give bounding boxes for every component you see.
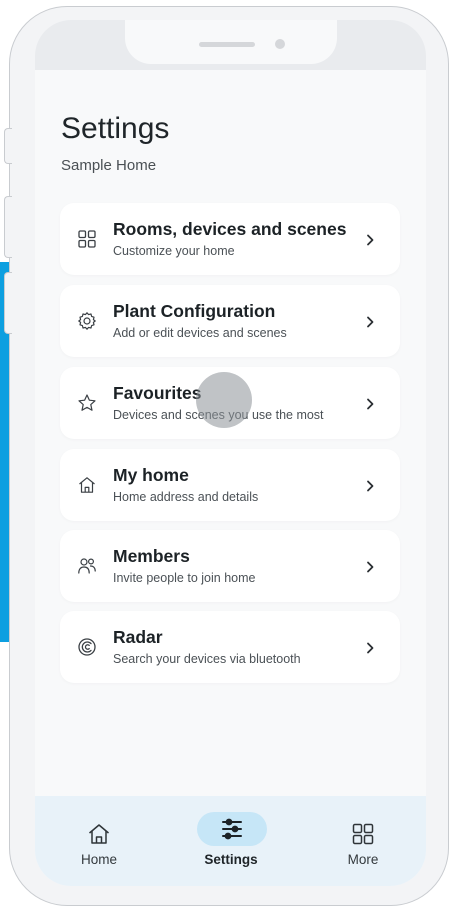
sliders-icon (220, 817, 244, 841)
settings-item-title: My home (113, 465, 189, 485)
touch-indicator (196, 372, 252, 428)
status-bar (35, 20, 426, 70)
page-title: Settings (61, 112, 170, 145)
phone-volume-down-button (4, 272, 12, 334)
star-icon (77, 393, 97, 413)
people-icon (77, 556, 97, 576)
nav-item-label: More (347, 852, 379, 867)
settings-item-subtitle: Invite people to join home (113, 571, 256, 585)
app-screen: Settings Sample Home Rooms, devices and … (35, 20, 426, 886)
settings-item-plant-configuration[interactable]: Plant Configuration Add or edit devices … (60, 285, 400, 357)
chevron-right-icon (364, 396, 376, 410)
phone-mute-button (4, 128, 12, 164)
settings-item-subtitle: Search your devices via bluetooth (113, 652, 301, 666)
grid-icon (351, 822, 375, 846)
gear-icon (77, 311, 97, 331)
chevron-right-icon (364, 640, 376, 654)
chevron-right-icon (364, 314, 376, 328)
settings-item-my-home[interactable]: My home Home address and details (60, 449, 400, 521)
settings-item-title: Radar (113, 627, 163, 647)
settings-item-rooms-devices-scenes[interactable]: Rooms, devices and scenes Customize your… (60, 203, 400, 275)
grid-icon (77, 229, 97, 249)
settings-item-title: Rooms, devices and scenes (113, 219, 347, 239)
radar-icon (77, 637, 97, 657)
nav-item-label: Home (80, 852, 117, 867)
settings-item-title: Favourites (113, 383, 202, 403)
settings-item-subtitle: Customize your home (113, 244, 235, 258)
settings-item-members[interactable]: Members Invite people to join home (60, 530, 400, 602)
speaker-grille (199, 42, 255, 47)
front-camera (275, 39, 285, 49)
settings-item-subtitle: Home address and details (113, 490, 259, 504)
house-icon (77, 475, 97, 495)
settings-item-title: Plant Configuration (113, 301, 276, 321)
bottom-nav: Home Settings More (35, 796, 426, 886)
nav-item-label: Settings (204, 852, 258, 867)
nav-item-home[interactable]: Home (54, 796, 144, 886)
chevron-right-icon (364, 478, 376, 492)
settings-item-title: Members (113, 546, 190, 566)
chevron-right-icon (364, 232, 376, 246)
house-icon (87, 822, 111, 846)
chevron-right-icon (364, 559, 376, 573)
settings-item-subtitle: Add or edit devices and scenes (113, 326, 287, 340)
phone-notch (125, 20, 337, 64)
settings-item-radar[interactable]: Radar Search your devices via bluetooth (60, 611, 400, 683)
home-name: Sample Home (61, 157, 157, 174)
phone-volume-up-button (4, 196, 12, 258)
nav-item-more[interactable]: More (318, 796, 408, 886)
nav-item-settings[interactable]: Settings (186, 796, 276, 886)
